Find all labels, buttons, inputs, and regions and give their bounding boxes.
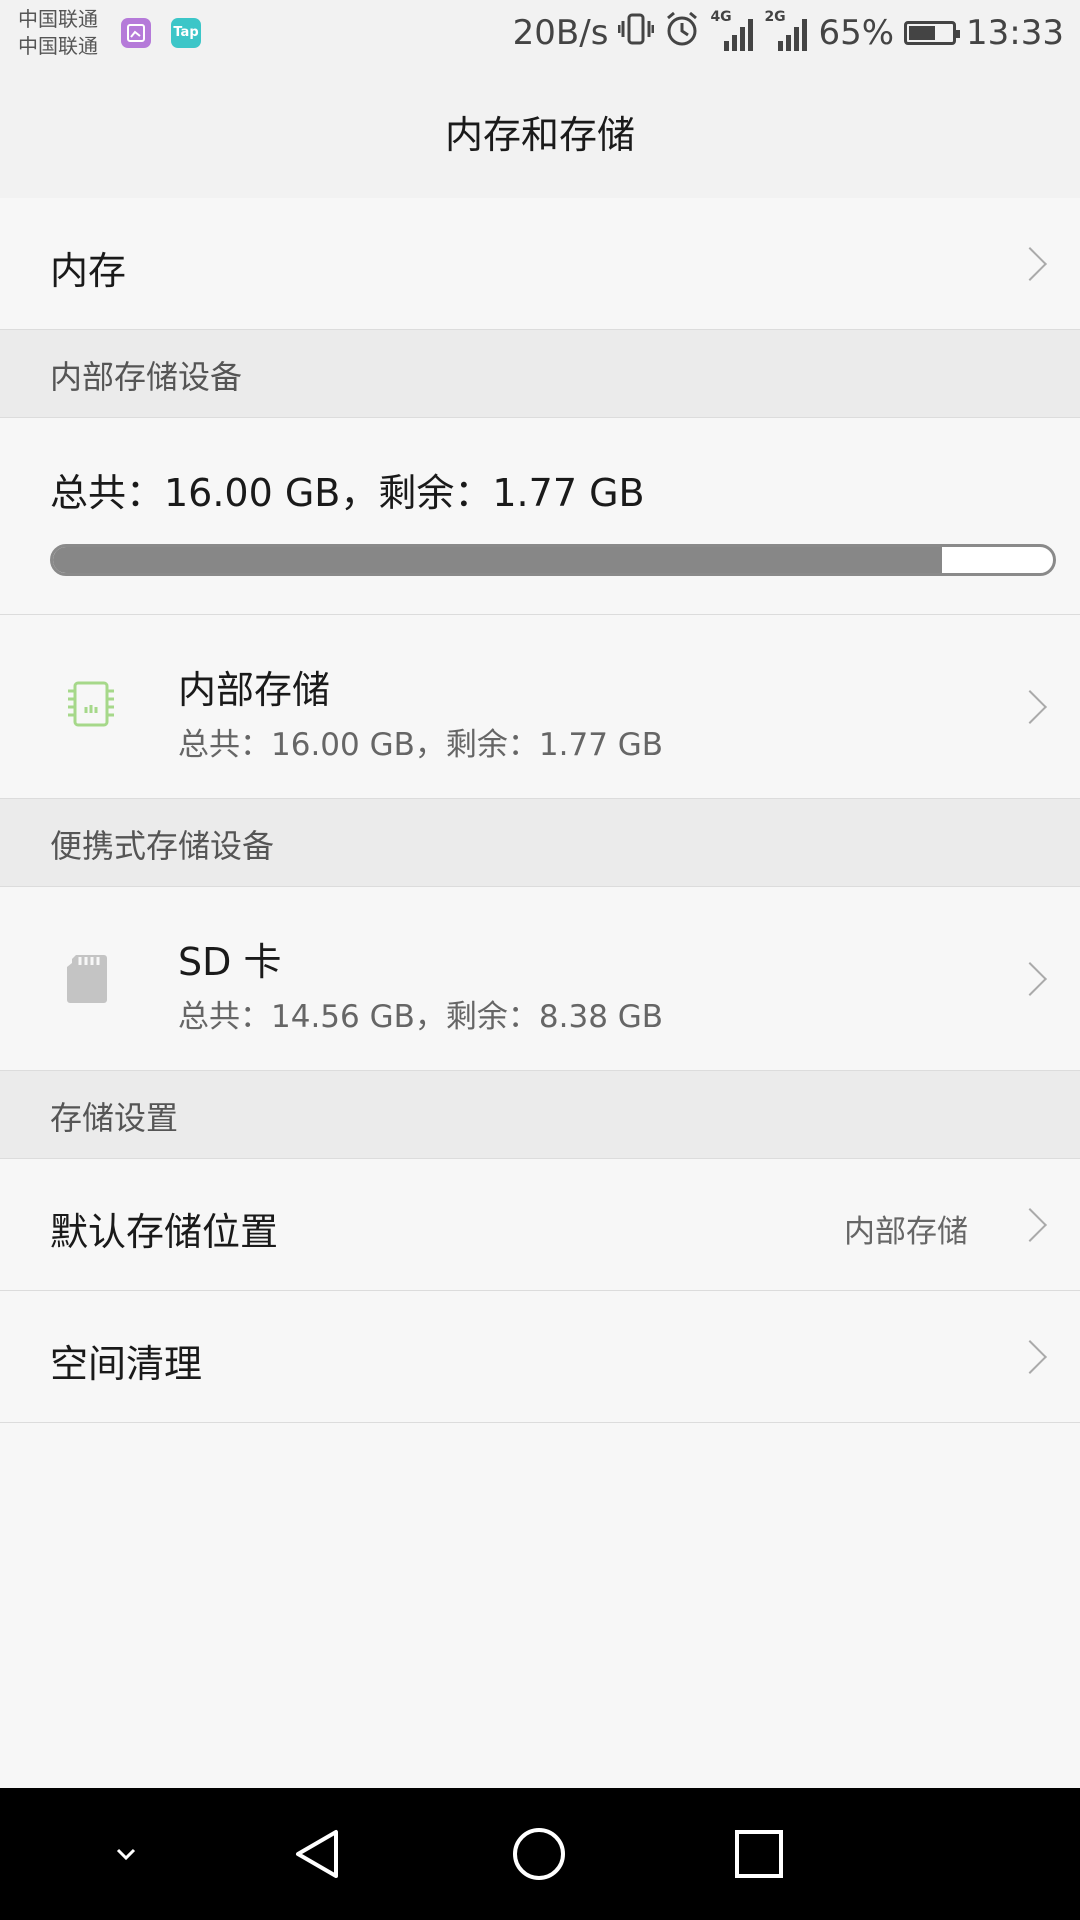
chevron-right-icon xyxy=(1013,1208,1047,1242)
chevron-right-icon xyxy=(1013,962,1047,996)
chip-icon xyxy=(68,681,114,727)
vibrate-icon xyxy=(617,9,655,58)
carrier-2: 中国联通 xyxy=(18,34,98,58)
recents-icon[interactable] xyxy=(723,1818,795,1890)
space-cleanup-label: 空间清理 xyxy=(50,1342,203,1386)
section-header-internal: 内部存储设备 xyxy=(0,330,1080,418)
section-header-portable-label: 便携式存储设备 xyxy=(50,827,275,865)
sd-card-detail: 总共：14.56 GB，剩余：8.38 GB xyxy=(178,999,664,1035)
section-header-settings: 存储设置 xyxy=(0,1071,1080,1159)
carrier-1: 中国联通 xyxy=(18,7,98,31)
storage-progress-fill xyxy=(53,547,942,573)
internal-usage-text: 总共：16.00 GB，剩余：1.77 GB xyxy=(50,471,645,515)
net-speed: 20B/s xyxy=(512,13,609,53)
alarm-icon xyxy=(664,9,700,58)
sd-card-row[interactable]: SD 卡 总共：14.56 GB，剩余：8.38 GB xyxy=(0,887,1080,1071)
navigation-bar xyxy=(0,1788,1080,1920)
carrier-labels: 中国联通 中国联通 xyxy=(18,6,98,60)
internal-storage-name: 内部存储 xyxy=(178,668,331,712)
default-storage-row[interactable]: 默认存储位置 内部存储 xyxy=(0,1159,1080,1291)
chevron-right-icon xyxy=(1013,247,1047,281)
clock: 13:33 xyxy=(966,13,1064,53)
storage-progress-bar xyxy=(50,544,1056,576)
section-header-internal-label: 内部存储设备 xyxy=(50,358,243,396)
back-icon[interactable] xyxy=(284,1818,356,1890)
page-title: 内存和存储 xyxy=(444,113,635,157)
status-indicators: 20B/s 4G 2G 65% 13:33 xyxy=(503,0,1064,66)
space-cleanup-row[interactable]: 空间清理 xyxy=(0,1291,1080,1423)
tap-notification-icon: Tap xyxy=(171,18,201,48)
sd-card-icon xyxy=(67,955,107,1003)
default-storage-value: 内部存储 xyxy=(844,1214,968,1250)
internal-storage-row[interactable]: 内部存储 总共：16.00 GB，剩余：1.77 GB xyxy=(0,615,1080,799)
chevron-right-icon xyxy=(1013,1340,1047,1374)
battery-icon xyxy=(904,21,961,45)
sd-card-name: SD 卡 xyxy=(178,940,282,984)
memory-row-label: 内存 xyxy=(50,249,127,293)
section-header-portable: 便携式存储设备 xyxy=(0,799,1080,887)
internal-storage-detail: 总共：16.00 GB，剩余：1.77 GB xyxy=(178,727,664,763)
battery-percent: 65% xyxy=(818,13,895,53)
title-bar: 内存和存储 xyxy=(0,66,1080,199)
collapse-icon[interactable] xyxy=(90,1818,162,1890)
gallery-notification-icon xyxy=(121,18,151,48)
section-header-settings-label: 存储设置 xyxy=(50,1099,179,1137)
internal-usage-summary: 总共：16.00 GB，剩余：1.77 GB xyxy=(0,418,1080,615)
battery-fill xyxy=(909,26,935,40)
chevron-right-icon xyxy=(1013,690,1047,724)
signal-2-icon: 2G xyxy=(764,9,808,53)
status-bar: 中国联通 中国联通 Tap 20B/s 4G 2G 65% 13:33 xyxy=(0,0,1080,66)
memory-row[interactable]: 内存 xyxy=(0,198,1080,330)
signal-1-icon: 4G xyxy=(710,9,754,53)
default-storage-label: 默认存储位置 xyxy=(50,1210,279,1254)
home-icon[interactable] xyxy=(503,1818,575,1890)
